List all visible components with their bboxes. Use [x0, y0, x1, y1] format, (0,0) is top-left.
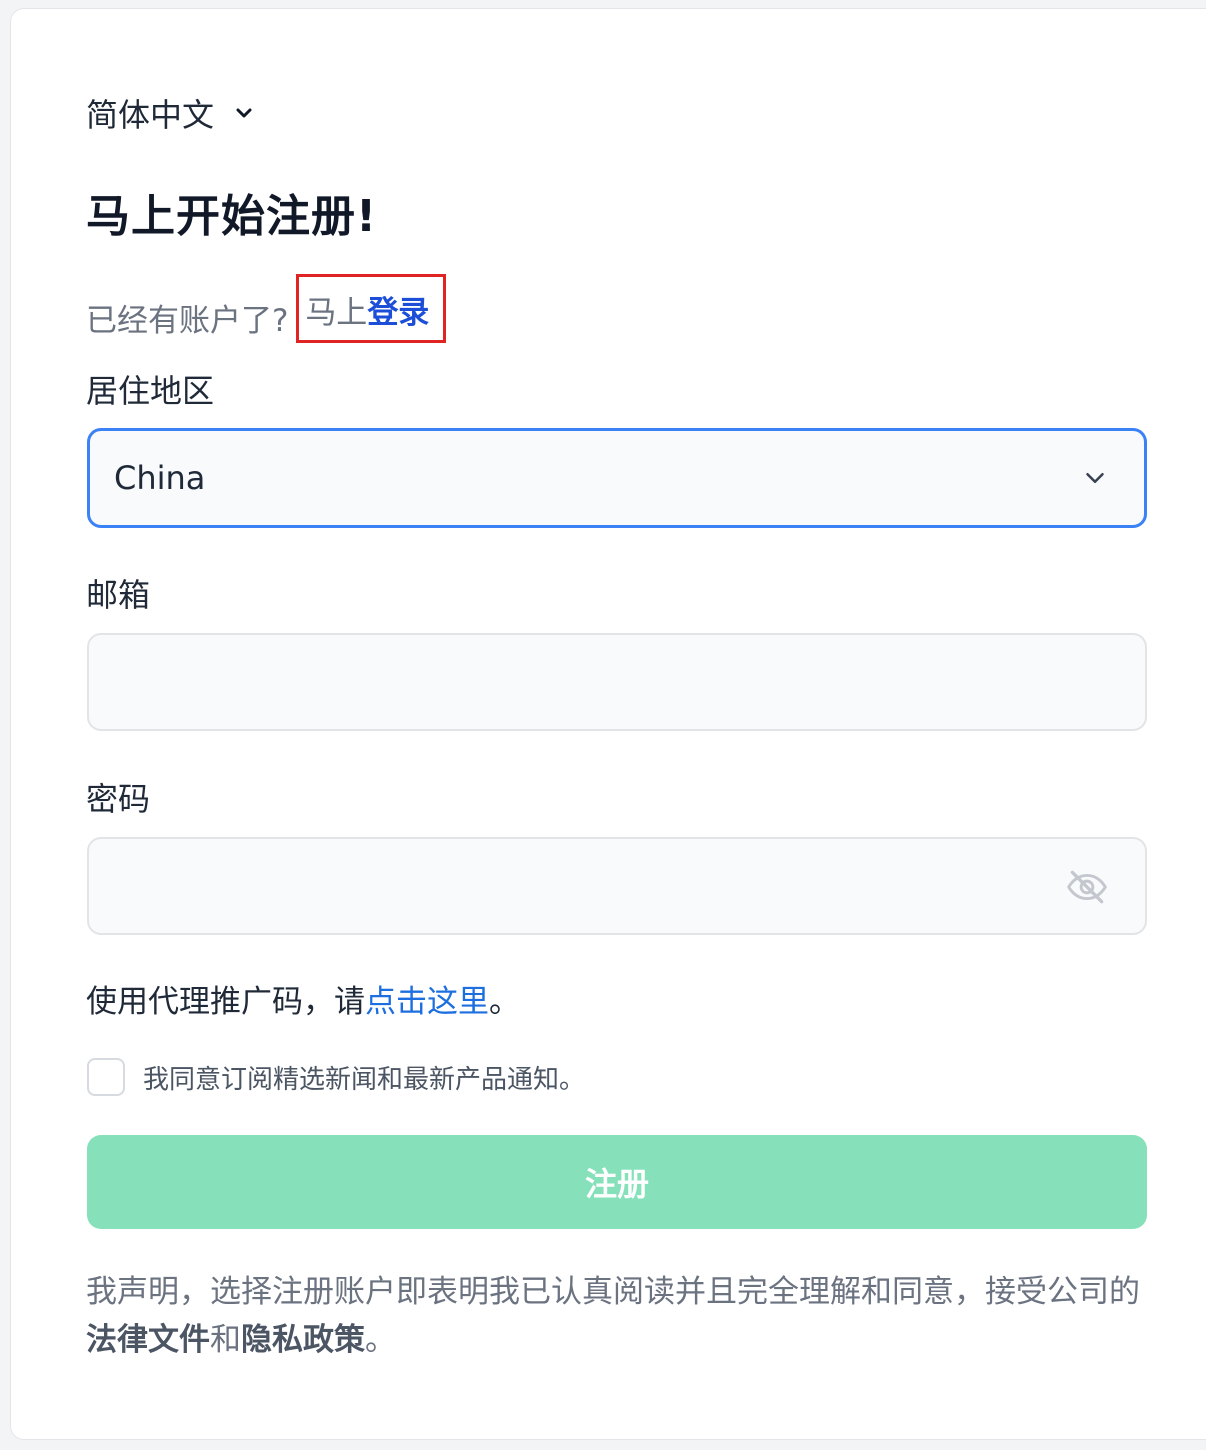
region-label: 居住地区 [86, 372, 215, 410]
legal-end: 。 [365, 1322, 396, 1358]
password-label: 密码 [86, 780, 151, 818]
login-prefix: 马上 [305, 295, 368, 331]
subscribe-option: 我同意订阅精选新闻和最新产品通知。 [87, 1058, 585, 1096]
legal-statement: 我声明，选择注册账户即表明我已认真阅读并且完全理解和同意，接受公司的法律文件和隐… [86, 1268, 1146, 1364]
subscribe-label: 我同意订阅精选新闻和最新产品通知。 [143, 1064, 586, 1095]
region-value: China [114, 459, 206, 497]
email-label: 邮箱 [86, 576, 151, 614]
legal-and: 和 [210, 1322, 241, 1358]
chevron-down-icon [236, 108, 252, 118]
promo-code-line: 使用代理推广码，请点击这里。 [86, 976, 520, 1021]
legal-docs-link[interactable]: 法律文件 [86, 1322, 210, 1358]
register-button[interactable]: 注册 [87, 1135, 1147, 1229]
email-field [87, 633, 1147, 731]
login-prompt: 已经有账户了? 马上登录 [86, 274, 447, 351]
privacy-policy-link[interactable]: 隐私政策 [241, 1322, 365, 1358]
region-select[interactable]: China [87, 428, 1147, 528]
page-title: 马上开始注册! [86, 191, 378, 242]
language-selector[interactable]: 简体中文 [86, 90, 256, 136]
eye-off-icon[interactable] [1065, 865, 1109, 909]
promo-link[interactable]: 点击这里 [365, 984, 489, 1020]
password-field [87, 837, 1147, 935]
legal-text: 我声明，选择注册账户即表明我已认真阅读并且完全理解和同意，接受公司的 [86, 1274, 1140, 1310]
promo-end: 。 [489, 984, 520, 1020]
login-link[interactable]: 登录 [367, 295, 429, 331]
password-input[interactable] [89, 839, 1145, 933]
chevron-down-icon [1086, 473, 1104, 483]
subscribe-checkbox[interactable] [87, 1058, 125, 1096]
login-prompt-text: 已经有账户了? [86, 303, 289, 339]
login-highlight-box: 马上登录 [296, 274, 447, 343]
promo-text: 使用代理推广码，请 [86, 984, 365, 1020]
language-label: 简体中文 [86, 96, 215, 134]
email-input[interactable] [89, 635, 1145, 729]
